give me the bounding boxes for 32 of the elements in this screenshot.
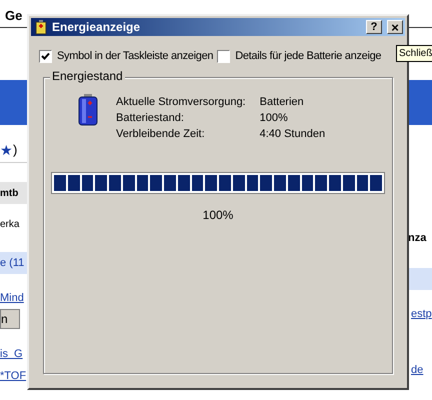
link[interactable]: is G — [0, 346, 23, 362]
detail-value: Batterien — [260, 94, 305, 110]
battery-app-icon — [33, 19, 49, 35]
detail-label: Aktuelle Stromversorgung: — [116, 94, 246, 110]
tooltip: Schließ — [396, 45, 432, 62]
table-header-cell: mtb — [0, 182, 27, 204]
star-icon: ★ — [0, 143, 13, 157]
detail-value: 100% — [260, 110, 289, 126]
checkbox[interactable] — [39, 50, 52, 63]
detail-label: Verbleibende Zeit: — [116, 126, 206, 142]
checkbox-label: Details für jede Batterie anzeige — [235, 49, 382, 64]
link[interactable]: estp — [411, 306, 432, 322]
group-title: Energiestand — [50, 70, 125, 82]
paren-text: ) — [13, 141, 18, 160]
detail-value: 4:40 Stunden — [260, 126, 326, 142]
help-button[interactable]: ? — [366, 20, 382, 34]
table-row: e (11 — [0, 252, 27, 274]
battery-icon — [78, 94, 98, 126]
checkbox-label: Symbol in der Taskleiste anzeigen — [57, 49, 214, 64]
link[interactable]: de — [411, 362, 424, 378]
link[interactable]: Mind — [0, 290, 24, 306]
checkbox[interactable] — [217, 50, 230, 63]
window-title: Energieanzeige — [52, 19, 142, 36]
table-row — [408, 268, 432, 290]
table-header-cell-text: nza — [408, 230, 426, 246]
link[interactable]: *TOF — [0, 368, 26, 384]
page-button[interactable]: n — [0, 309, 20, 329]
detail-label: Batteriestand: — [116, 110, 185, 126]
table-cell-text: erka — [0, 218, 20, 232]
close-button[interactable]: × — [387, 20, 403, 34]
percent-text: 100% — [202, 206, 234, 224]
menu-tab[interactable]: Ge — [5, 6, 22, 25]
